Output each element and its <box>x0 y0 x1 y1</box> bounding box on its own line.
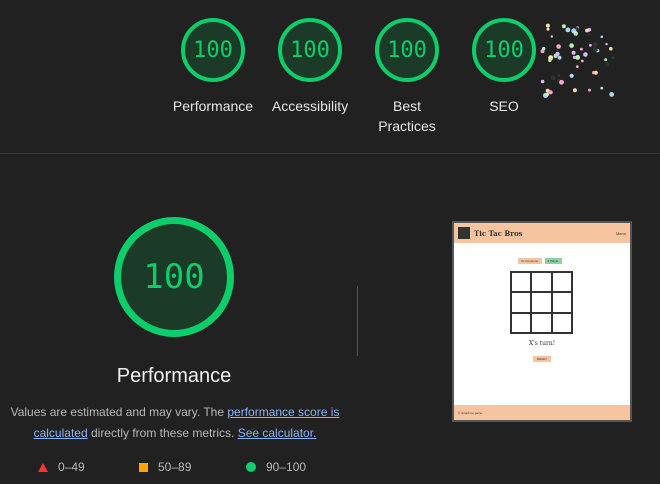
gauge-accessibility[interactable]: 100 Accessibility <box>272 18 360 116</box>
confetti-dot <box>550 75 556 80</box>
confetti-dot <box>585 28 589 33</box>
confetti-dot <box>573 31 579 36</box>
confetti-dot <box>580 59 584 63</box>
main-performance-gauge: 100 <box>114 217 234 337</box>
confetti-dot <box>575 27 579 31</box>
label-performance: Performance <box>172 98 254 114</box>
confetti-dot <box>546 27 550 31</box>
main-title: Performance <box>116 365 232 387</box>
score-accessibility: 100 <box>278 18 342 82</box>
board-cell <box>531 272 552 293</box>
board-cell <box>511 312 532 333</box>
triangle-icon <box>38 462 48 472</box>
label-accessibility: Accessibility <box>271 98 349 114</box>
confetti-dot <box>592 71 596 75</box>
board-cell <box>551 272 572 293</box>
board-cell <box>531 312 552 333</box>
legend-pass-range: 90–100 <box>266 460 307 474</box>
confetti-dot <box>604 58 608 62</box>
screenshot-header: Tic Tac Bros Menu <box>454 223 630 243</box>
confetti-dot <box>545 23 550 28</box>
board-cell <box>551 312 572 333</box>
screenshot-mode-vs-computer: Vs Computer <box>518 258 542 264</box>
label-best-practices: Best Practices <box>378 98 436 134</box>
see-calculator-link[interactable]: See calculator. <box>238 426 317 440</box>
board-cell <box>511 272 532 293</box>
confetti-dot <box>609 46 613 51</box>
metrics-note: Values are estimated and may vary. The p… <box>8 402 342 444</box>
confetti-dot <box>556 44 561 49</box>
note-text-2: directly from these metrics. <box>87 426 238 440</box>
circle-icon <box>246 462 256 472</box>
confetti-dot <box>587 32 591 36</box>
confetti-dot <box>559 79 564 85</box>
vertical-divider <box>357 286 358 356</box>
screenshot-modes: Vs Computer 2 Player <box>518 258 562 264</box>
board-cell <box>511 292 532 313</box>
legend-fail: 0–49 <box>38 460 85 474</box>
score-best-practices: 100 <box>375 18 439 82</box>
screenshot-turn-text: X's turn! <box>528 340 556 347</box>
confetti-dot <box>548 58 552 63</box>
legend-average: 50–89 <box>139 460 191 474</box>
confetti-dot <box>561 24 566 29</box>
screenshot-board <box>510 271 573 334</box>
main-score: 100 <box>114 217 234 337</box>
screenshot-footer: © tictacbros game <box>454 405 630 420</box>
confetti-dot <box>605 42 608 46</box>
page-screenshot[interactable]: Tic Tac Bros Menu Vs Computer 2 Player X… <box>452 221 632 422</box>
screenshot-logo-icon <box>458 227 470 239</box>
screenshot-reset-button: RESET <box>533 356 552 362</box>
score-performance: 100 <box>181 18 245 82</box>
section-divider <box>0 153 660 154</box>
confetti-dot <box>592 41 598 47</box>
confetti-dot <box>609 92 615 97</box>
confetti-dot <box>569 73 574 78</box>
confetti-dot <box>569 43 574 48</box>
confetti-dot <box>557 55 562 60</box>
board-cell <box>531 292 552 313</box>
confetti-dot <box>546 92 550 96</box>
confetti-dot <box>583 52 588 57</box>
board-cell <box>551 292 572 313</box>
confetti-dot <box>540 49 545 54</box>
score-seo: 100 <box>472 18 536 82</box>
screenshot-mode-2-player: 2 Player <box>544 258 562 264</box>
confetti-dot <box>600 35 604 39</box>
confetti-dot <box>611 56 615 60</box>
confetti-dot <box>571 50 576 55</box>
confetti-dot <box>565 27 571 33</box>
confetti-dot <box>592 47 598 53</box>
square-icon <box>139 462 148 472</box>
confetti-dot <box>605 62 609 66</box>
gauge-performance[interactable]: 100 Performance <box>173 18 263 116</box>
confetti-decoration <box>540 23 615 98</box>
gauge-best-practices[interactable]: 100 Best Practices <box>375 18 442 136</box>
legend-average-range: 50–89 <box>158 460 192 474</box>
confetti-dot <box>557 73 561 77</box>
confetti-dot <box>588 88 591 92</box>
confetti-dot <box>540 79 545 84</box>
screenshot-title: Tic Tac Bros <box>474 228 523 238</box>
confetti-dot <box>572 55 577 60</box>
legend-pass: 90–100 <box>246 460 306 474</box>
legend-fail-range: 0–49 <box>58 460 85 474</box>
confetti-dot <box>580 47 583 51</box>
confetti-dot <box>572 88 577 93</box>
confetti-dot <box>555 51 560 57</box>
confetti-dot <box>550 35 553 38</box>
confetti-dot <box>600 86 604 90</box>
screenshot-menu: Menu <box>615 230 626 236</box>
confetti-dot <box>548 90 553 95</box>
confetti-dot <box>589 43 592 47</box>
confetti-dot <box>575 65 579 68</box>
note-text-1: Values are estimated and may vary. The <box>10 405 228 419</box>
